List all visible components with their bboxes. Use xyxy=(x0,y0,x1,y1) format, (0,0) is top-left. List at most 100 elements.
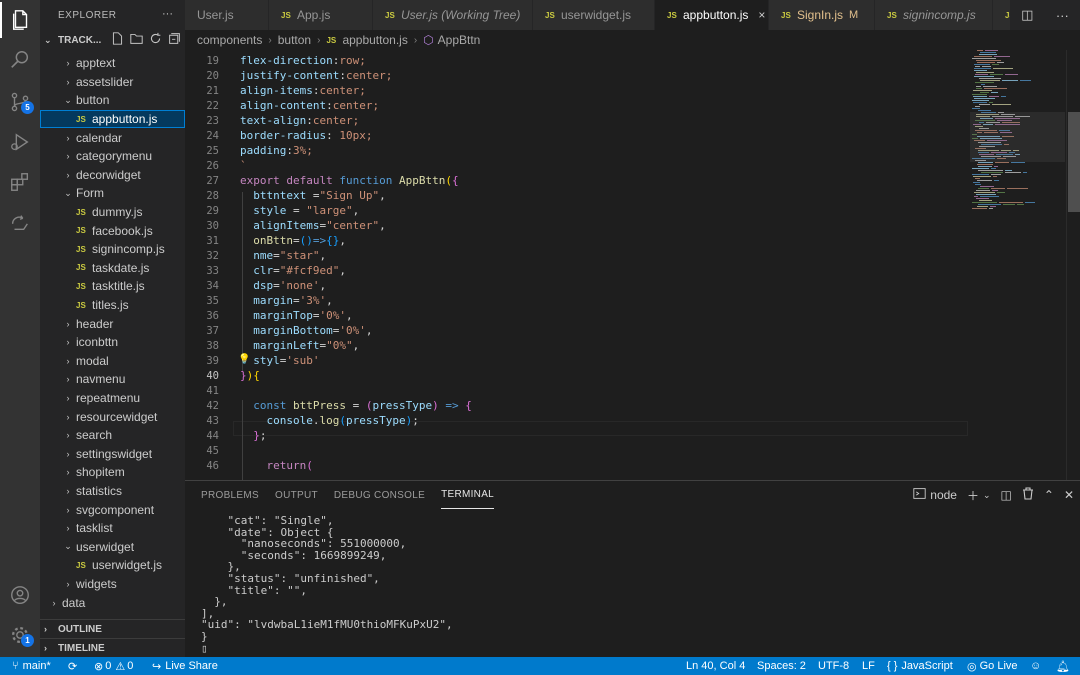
tree-file[interactable]: JS tasktitle.js xyxy=(40,277,185,296)
tree-folder[interactable]: ⌄ button xyxy=(40,91,185,110)
maximize-panel-icon[interactable]: ⌃ xyxy=(1044,488,1054,502)
breadcrumb-file[interactable]: appbutton.js xyxy=(342,33,407,47)
tree-file[interactable]: JS appbutton.js xyxy=(40,109,185,129)
outline-label: OUTLINE xyxy=(58,623,102,635)
panel-tab-problems[interactable]: PROBLEMS xyxy=(201,481,259,509)
tree-file[interactable]: JS taskdate.js xyxy=(40,259,185,278)
more-actions-icon[interactable]: ··· xyxy=(162,8,173,20)
extensions-icon[interactable] xyxy=(0,164,40,200)
cursor-position[interactable]: Ln 40, Col 4 xyxy=(686,657,745,675)
editor-tab[interactable]: User.js xyxy=(185,0,269,30)
workspace-section-header[interactable]: ⌄ TRACK... xyxy=(40,30,185,50)
notifications-bell-icon[interactable]: 🔔︎ xyxy=(1056,657,1070,675)
editor-tab[interactable]: JS User.js (Working Tree) xyxy=(373,0,533,30)
minimap-viewport[interactable] xyxy=(970,112,1065,162)
tree-folder[interactable]: › calendar xyxy=(40,128,185,147)
minimap-line xyxy=(979,78,1001,79)
tree-folder[interactable]: ⌄ userwidget xyxy=(40,538,185,557)
tree-folder[interactable]: › modal xyxy=(40,352,185,371)
breadcrumb-components[interactable]: components xyxy=(197,33,262,47)
tree-folder[interactable]: › widgets xyxy=(40,575,185,594)
tree-folder[interactable]: › resourcewidget xyxy=(40,407,185,426)
problems-indicator[interactable]: ⊗ 0 ⚠ 0 xyxy=(94,657,133,675)
indentation[interactable]: Spaces: 2 xyxy=(757,657,806,675)
new-folder-icon[interactable] xyxy=(130,32,143,48)
lightbulb-icon[interactable]: 💡 xyxy=(238,354,250,365)
code-token: '3%' xyxy=(299,294,327,307)
tree-folder[interactable]: › apptext xyxy=(40,54,185,73)
tree-file[interactable]: JS signincomp.js xyxy=(40,240,185,259)
trash-icon[interactable] xyxy=(1022,487,1034,503)
line-ending[interactable]: LF xyxy=(862,657,875,675)
branch-indicator[interactable]: ⑂ main* xyxy=(12,657,51,675)
split-terminal-icon[interactable]: ◫ xyxy=(1001,488,1012,502)
minimap[interactable] xyxy=(970,50,1065,480)
tree-folder[interactable]: › settingswidget xyxy=(40,445,185,464)
new-file-icon[interactable] xyxy=(111,32,124,48)
run-debug-icon[interactable] xyxy=(0,124,40,160)
tree-folder[interactable]: › shopitem xyxy=(40,463,185,482)
language-mode[interactable]: { } JavaScript xyxy=(887,657,953,675)
new-terminal-icon[interactable]: ＋ xyxy=(967,487,979,504)
collapse-all-icon[interactable] xyxy=(168,32,181,48)
breadcrumb-symbol[interactable]: AppBttn xyxy=(438,33,481,47)
tree-folder[interactable]: ⌄ Form xyxy=(40,184,185,203)
editor-scrollbar-thumb[interactable] xyxy=(1068,112,1080,212)
source-control-icon[interactable]: 5 xyxy=(0,84,40,120)
close-icon[interactable]: ✕ xyxy=(1064,488,1074,502)
line-number: 37 xyxy=(206,324,219,337)
chevron-down-icon[interactable]: ⌄ xyxy=(983,490,991,501)
minimap-line xyxy=(975,66,980,67)
tree-folder[interactable]: › tasklist xyxy=(40,519,185,538)
tree-file[interactable]: JS titles.js xyxy=(40,296,185,315)
tree-file[interactable]: JS facebook.js xyxy=(40,221,185,240)
tree-folder[interactable]: › search xyxy=(40,426,185,445)
panel-tab-output[interactable]: OUTPUT xyxy=(275,481,318,509)
tree-folder[interactable]: › navmenu xyxy=(40,370,185,389)
tree-folder[interactable]: › header xyxy=(40,314,185,333)
editor-tab[interactable]: JS signincomp.js xyxy=(875,0,993,30)
account-icon[interactable] xyxy=(0,577,40,613)
code-editor[interactable]: 19 flex-direction:row; 20 justify-content:c… xyxy=(185,50,1080,480)
live-share-button[interactable]: ↪ Live Share xyxy=(152,657,218,675)
search-icon[interactable] xyxy=(0,42,40,78)
tree-folder[interactable]: › decorwidget xyxy=(40,166,185,185)
go-live-button[interactable]: ◎ Go Live xyxy=(967,657,1018,675)
tree-folder[interactable]: › svgcomponent xyxy=(40,500,185,519)
breadcrumb-button[interactable]: button xyxy=(278,33,311,47)
editor-tab[interactable]: JS userwidget.js xyxy=(533,0,655,30)
tree-folder[interactable]: › statistics xyxy=(40,482,185,501)
sync-icon[interactable]: ⟳ xyxy=(68,657,77,675)
code-token: = xyxy=(273,279,280,292)
feedback-icon[interactable]: ☺ xyxy=(1030,657,1041,675)
live-share-icon[interactable] xyxy=(0,204,40,240)
editor-tab[interactable]: JS App.js xyxy=(269,0,373,30)
split-editor-icon[interactable]: ◫ xyxy=(1021,7,1033,23)
editor-tab[interactable]: JS appbutton.js × xyxy=(655,0,769,30)
tree-file[interactable]: JS userwidget.js xyxy=(40,556,185,575)
tree-folder[interactable]: › iconbttn xyxy=(40,333,185,352)
code-token: : xyxy=(306,114,313,127)
tree-folder[interactable]: › assetslider xyxy=(40,73,185,92)
code-token: = xyxy=(293,294,300,307)
terminal-output[interactable]: "cat": "Single", "date": Object { "nanos… xyxy=(185,511,1065,658)
manage-badge: 1 xyxy=(21,634,34,647)
outline-section[interactable]: › OUTLINE xyxy=(40,619,185,638)
encoding[interactable]: UTF-8 xyxy=(818,657,849,675)
files-icon[interactable] xyxy=(0,2,40,38)
terminal-name[interactable]: node xyxy=(930,488,957,502)
manage-gear-icon[interactable]: 1 xyxy=(0,617,40,653)
editor-tab[interactable]: JS SignIn.js M xyxy=(769,0,875,30)
panel-tab-debug-console[interactable]: DEBUG CONSOLE xyxy=(334,481,425,509)
tree-item-label: userwidget xyxy=(76,539,135,554)
close-tab-icon[interactable]: × xyxy=(758,8,765,22)
tree-folder[interactable]: › categorymenu xyxy=(40,147,185,166)
refresh-icon[interactable] xyxy=(149,32,162,48)
tree-file[interactable]: JS dummy.js xyxy=(40,203,185,222)
chevron-right-icon: › xyxy=(66,467,70,478)
more-actions-icon[interactable]: ··· xyxy=(1056,8,1069,23)
tree-folder[interactable]: › data xyxy=(40,593,185,612)
panel-tab-terminal[interactable]: TERMINAL xyxy=(441,481,495,509)
tree-folder[interactable]: › repeatmenu xyxy=(40,389,185,408)
timeline-section[interactable]: › TIMELINE xyxy=(40,638,185,657)
